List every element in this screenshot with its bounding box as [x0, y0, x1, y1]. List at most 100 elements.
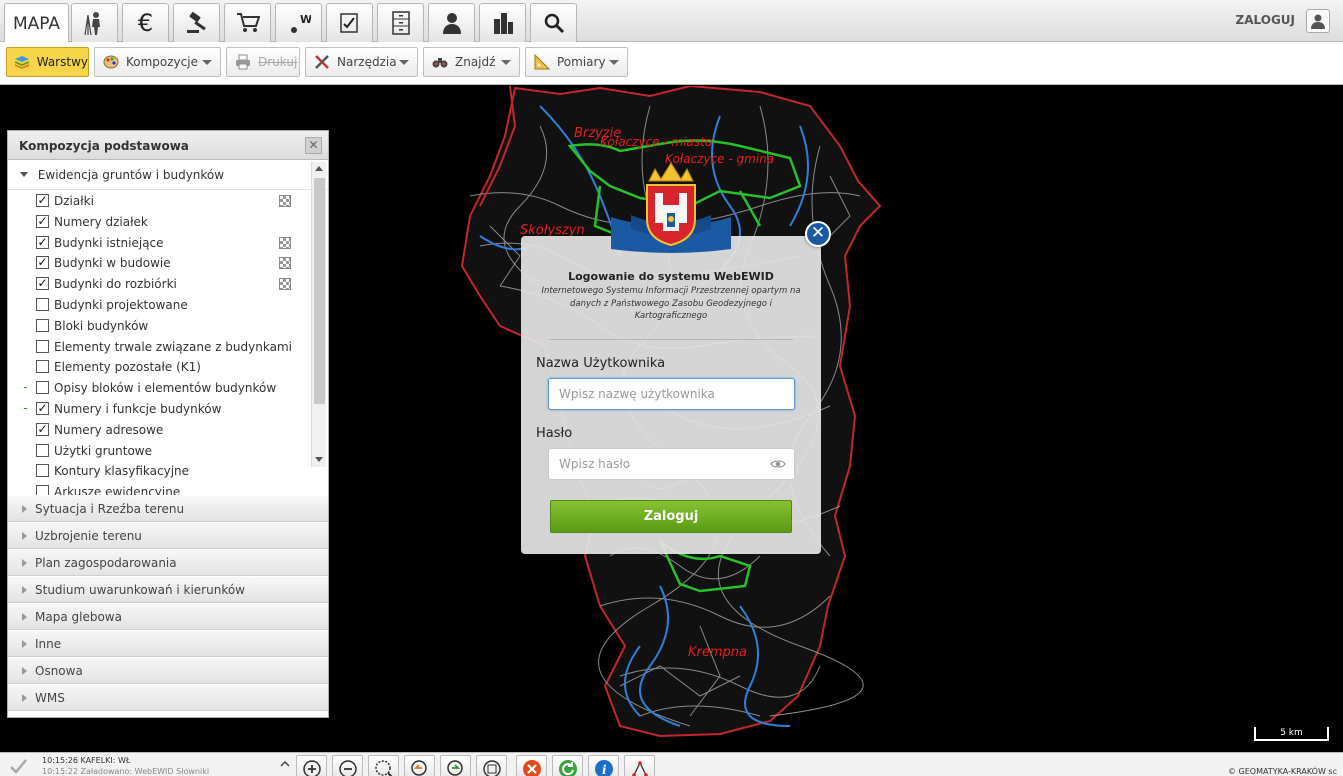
layer-checkbox[interactable]: ✓: [36, 277, 49, 291]
zoom-window-button[interactable]: [368, 755, 399, 776]
layer-row[interactable]: ✓ Numery i funkcje budynków: [8, 398, 308, 419]
eye-icon[interactable]: [770, 456, 786, 472]
cancel-button[interactable]: [516, 755, 547, 776]
top-tab-bar: MAPA € W ZALOGUJ: [0, 0, 1343, 43]
layer-checkbox[interactable]: [36, 464, 49, 478]
layer-row[interactable]: Bloki budynków: [8, 315, 308, 336]
warstwy-label: Warstwy: [36, 55, 88, 69]
layer-row[interactable]: Kontury klasyfikacyjne: [8, 460, 308, 481]
weight-icon: W: [290, 13, 311, 33]
checklist-icon: [339, 13, 358, 33]
svg-text:W: W: [300, 13, 311, 26]
layer-checkbox[interactable]: [36, 360, 49, 374]
layer-group[interactable]: Inne: [8, 630, 328, 657]
layer-row[interactable]: ✓ Budynki w budowie: [8, 252, 308, 273]
layer-row[interactable]: Elementy pozostałe (K1): [8, 356, 308, 377]
layer-checkbox[interactable]: [36, 381, 49, 395]
tab-mapa-label: MAPA: [12, 13, 61, 34]
layer-row[interactable]: ✓ Budynki do rozbiórki: [8, 273, 308, 294]
info-button[interactable]: i: [588, 755, 619, 776]
layer-group[interactable]: Sytuacja i Rzeźba terenu: [8, 495, 328, 522]
login-submit-button[interactable]: Zaloguj: [550, 500, 792, 533]
layer-row[interactable]: ✓ Budynki istniejące: [8, 232, 308, 253]
warstwy-button[interactable]: Warstwy: [6, 47, 89, 77]
layer-checkbox[interactable]: [36, 298, 49, 311]
group-ewidencja[interactable]: Ewidencja gruntów i budynków: [8, 160, 328, 190]
tab-search[interactable]: [530, 3, 577, 42]
layer-group[interactable]: Plan zagospodarowania: [8, 549, 328, 576]
zoom-out-icon: [338, 760, 357, 776]
narzedzia-dropdown[interactable]: Narzędzia: [305, 47, 418, 77]
znajdz-dropdown[interactable]: Znajdź: [423, 47, 520, 77]
dialog-close-button[interactable]: ✕: [805, 221, 831, 247]
tab-user[interactable]: [428, 3, 475, 42]
kompozycje-dropdown[interactable]: Kompozycje: [94, 47, 221, 77]
legend-icon[interactable]: [279, 257, 291, 270]
pomiary-dropdown[interactable]: Pomiary: [525, 47, 628, 77]
layer-checkbox[interactable]: ✓: [36, 194, 49, 207]
zoom-out-button[interactable]: [332, 755, 363, 776]
layer-checkbox[interactable]: [36, 318, 49, 332]
layer-checkbox[interactable]: [36, 485, 49, 495]
layer-list-scrollbar[interactable]: [311, 162, 326, 467]
user-avatar-button[interactable]: [1306, 9, 1330, 33]
zoom-in-button[interactable]: [296, 755, 327, 776]
tab-checklist[interactable]: [326, 3, 373, 42]
login-link[interactable]: ZALOGUJ: [1236, 13, 1295, 27]
layer-row[interactable]: ✓ Działki: [8, 190, 308, 211]
refresh-button[interactable]: [552, 755, 583, 776]
layer-checkbox[interactable]: ✓: [36, 422, 49, 436]
collapsed-icon: [22, 559, 27, 567]
layer-row[interactable]: ✓ Numery adresowe: [8, 419, 308, 440]
layer-checkbox[interactable]: [36, 443, 49, 457]
layer-checkbox[interactable]: ✓: [36, 214, 49, 228]
legend-icon[interactable]: [279, 195, 291, 207]
layer-group[interactable]: Studium uwarunkowań i kierunków: [8, 576, 328, 603]
tab-euro[interactable]: €: [122, 3, 169, 42]
layer-group[interactable]: WMS: [8, 684, 328, 711]
layer-checkbox[interactable]: ✓: [36, 235, 49, 249]
tab-weight[interactable]: W: [275, 3, 322, 42]
layer-row[interactable]: Elementy trwale związane z budynkami: [8, 336, 308, 357]
layer-label: Numery i funkcje budynków: [54, 402, 222, 416]
tab-buildings[interactable]: [479, 3, 526, 42]
measure-button[interactable]: [624, 755, 655, 776]
layer-group-label: Studium uwarunkowań i kierunków: [35, 583, 245, 597]
tab-cabinet[interactable]: [377, 3, 424, 42]
scroll-down-icon[interactable]: [315, 457, 323, 462]
zoom-next-button[interactable]: [440, 755, 471, 776]
zoom-prev-button[interactable]: [404, 755, 435, 776]
divider: [549, 339, 793, 340]
legend-icon[interactable]: [279, 236, 291, 249]
layer-group[interactable]: Mapa glebowa: [8, 603, 328, 630]
layer-group[interactable]: Osnowa: [8, 657, 328, 684]
layer-checkbox[interactable]: ✓: [36, 256, 49, 270]
layer-row[interactable]: Budynki projektowane: [8, 294, 308, 315]
drukuj-button[interactable]: Drukuj: [226, 47, 300, 77]
chevron-up-icon[interactable]: [279, 758, 291, 770]
tab-mapa[interactable]: MAPA: [4, 3, 69, 43]
chevron-down-icon: [202, 60, 212, 65]
tab-cart[interactable]: [224, 3, 271, 42]
layer-checkbox[interactable]: ✓: [36, 402, 49, 415]
scroll-up-icon[interactable]: [315, 166, 323, 171]
tab-surveyor[interactable]: [71, 3, 118, 42]
legend-icon[interactable]: [279, 278, 291, 291]
layer-checkbox[interactable]: [36, 339, 49, 353]
toolbar: Warstwy Kompozycje Drukuj Narzędzia Znaj…: [0, 42, 1343, 85]
close-icon[interactable]: ✕: [305, 137, 322, 154]
printer-icon: [234, 53, 252, 71]
tab-gavel[interactable]: [173, 3, 220, 42]
layer-row[interactable]: Opisy bloków i elementów budynków: [8, 377, 308, 398]
layer-row[interactable]: Arkusze ewidencyjne: [8, 481, 308, 495]
username-input[interactable]: [548, 378, 795, 410]
layer-group[interactable]: Uzbrojenie terenu: [8, 522, 328, 549]
layer-group-label: Mapa glebowa: [35, 610, 122, 624]
layer-row[interactable]: Użytki gruntowe: [8, 440, 308, 461]
scroll-thumb[interactable]: [314, 178, 325, 404]
layer-row[interactable]: ✓ Numery działek: [8, 211, 308, 232]
password-input[interactable]: [548, 448, 795, 480]
zoom-extent-button[interactable]: [476, 755, 507, 776]
panel-title: Kompozycja podstawowa: [19, 139, 189, 153]
layer-label: Bloki budynków: [54, 318, 149, 333]
